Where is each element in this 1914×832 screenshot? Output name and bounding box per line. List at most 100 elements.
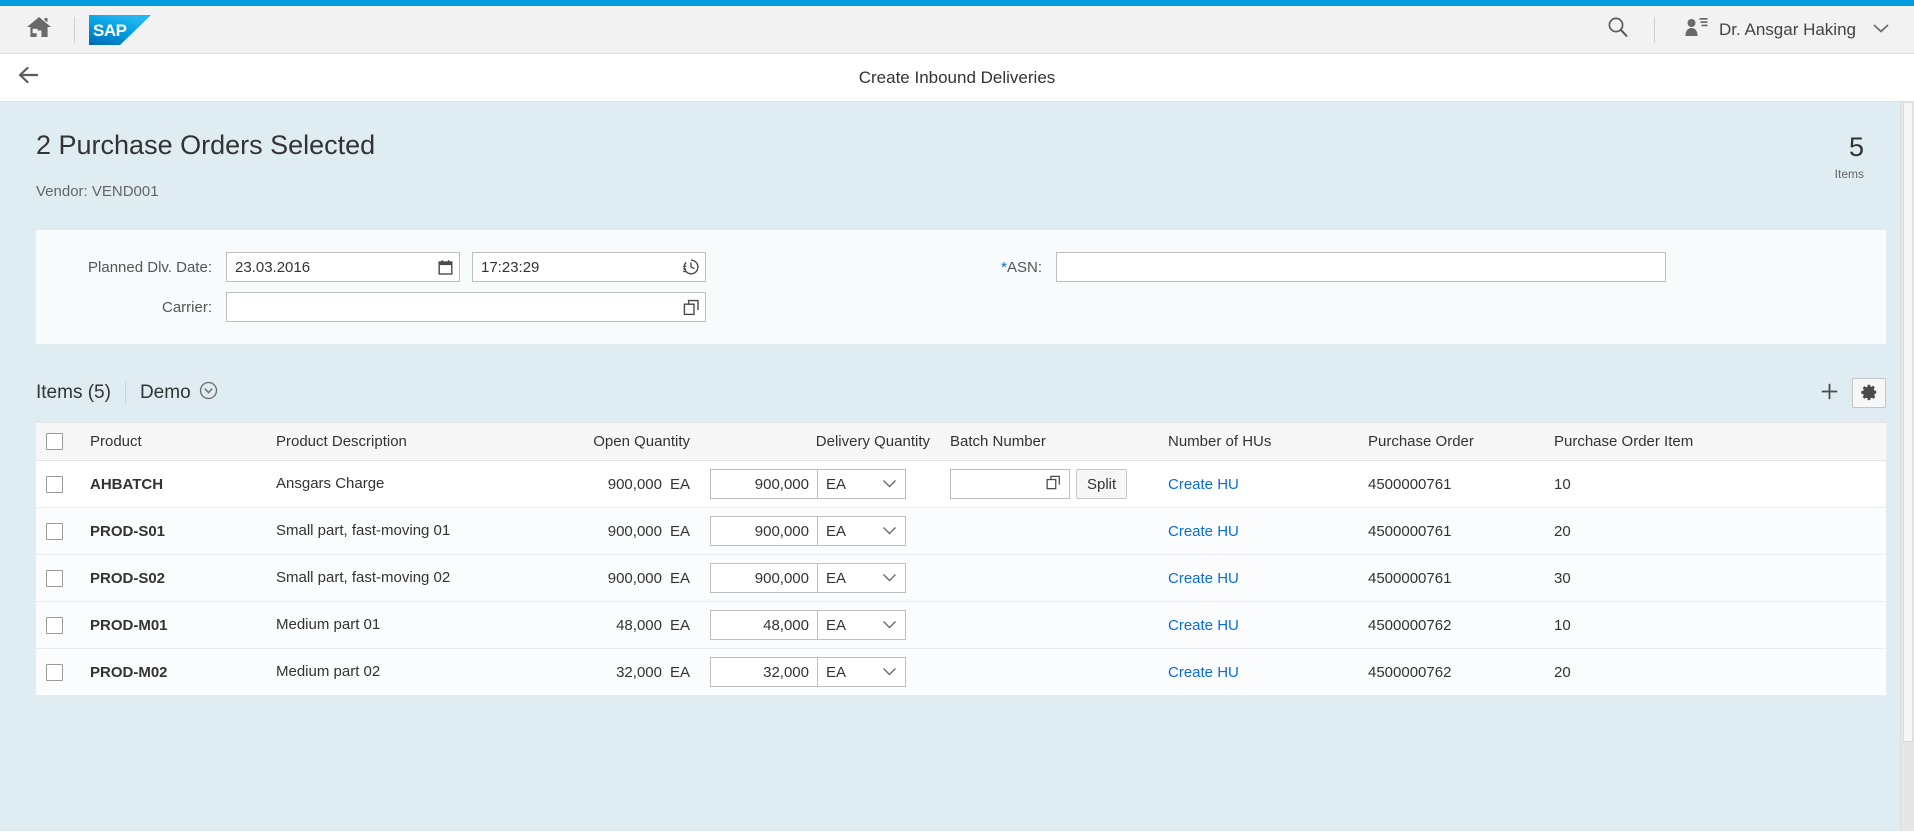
delivery-quantity-input[interactable]	[711, 611, 817, 640]
cell-open-quantity: 32,000 EA	[510, 648, 700, 697]
delivery-quantity-field[interactable]	[710, 657, 818, 688]
delivery-quantity-input[interactable]	[711, 564, 817, 593]
open-quantity-value: 900,000	[607, 475, 662, 493]
object-header-title: 2 Purchase Orders Selected	[36, 130, 376, 160]
open-quantity-uom: EA	[669, 522, 690, 540]
delivery-quantity-uom-select[interactable]: EA	[818, 516, 906, 547]
delivery-quantity-uom-value: EA	[826, 569, 847, 587]
row-checkbox[interactable]	[46, 522, 63, 540]
open-quantity-value: 48,000	[616, 616, 662, 634]
shell-header-left: SAP	[18, 11, 151, 49]
delivery-quantity-field[interactable]	[710, 516, 818, 547]
column-header-product-description[interactable]: Product Description	[266, 423, 510, 462]
cell-product-description: Small part, fast-moving 01	[266, 507, 510, 556]
delivery-quantity-uom-select[interactable]: EA	[818, 610, 906, 641]
split-button[interactable]: Split	[1076, 469, 1128, 500]
delivery-quantity-uom-select[interactable]: EA	[818, 563, 906, 594]
sap-logo[interactable]: SAP	[89, 14, 151, 45]
cell-delivery-quantity: EA	[700, 648, 940, 697]
planned-delivery-time-input[interactable]	[473, 253, 677, 282]
column-header-product[interactable]: Product	[80, 423, 266, 462]
batch-number-input[interactable]	[951, 470, 1045, 499]
table-settings-button[interactable]	[1852, 378, 1886, 409]
column-header-number-of-hus[interactable]: Number of HUs	[1158, 423, 1358, 462]
calendar-icon[interactable]	[431, 253, 459, 281]
home-icon	[26, 15, 52, 44]
delivery-quantity-input[interactable]	[711, 470, 817, 499]
planned-delivery-date-field[interactable]	[226, 252, 460, 283]
cell-delivery-quantity: EA	[700, 554, 940, 603]
cell-batch-number	[940, 648, 1158, 697]
items-count-label: Items	[1834, 167, 1864, 181]
carrier-input[interactable]	[227, 293, 677, 322]
create-hu-link[interactable]: Create HU	[1168, 523, 1239, 540]
delivery-quantity-field[interactable]	[710, 469, 818, 500]
chevron-down-icon	[1872, 21, 1890, 39]
page-scrollbar[interactable]	[1900, 102, 1914, 831]
table-row[interactable]: PROD-S01 Small part, fast-moving 01 900,00…	[36, 507, 1886, 556]
back-button[interactable]	[6, 55, 52, 101]
delivery-quantity-input[interactable]	[711, 658, 817, 687]
table-row[interactable]: AHBATCHAnsgars Charge 900,000 EA EA Split Cre…	[36, 460, 1886, 509]
row-select-cell	[36, 601, 80, 650]
object-header-left: 2 Purchase Orders Selected Vendor: VEND0…	[36, 130, 1835, 200]
value-help-icon[interactable]	[677, 293, 705, 321]
cell-purchase-order: 4500000761	[1358, 460, 1544, 509]
column-header-open-quantity[interactable]: Open Quantity	[510, 423, 700, 462]
row-checkbox[interactable]	[46, 569, 63, 587]
table-row[interactable]: PROD-S02 Small part, fast-moving 02 900,00…	[36, 554, 1886, 603]
create-hu-link[interactable]: Create HU	[1168, 476, 1239, 493]
carrier-field[interactable]	[226, 292, 706, 323]
gear-icon	[1860, 383, 1878, 404]
column-header-batch-number[interactable]: Batch Number	[940, 423, 1158, 462]
object-header-kpi: 5 Items	[1834, 130, 1864, 182]
column-header-purchase-order-item[interactable]: Purchase Order Item	[1544, 423, 1886, 462]
chevron-down-icon	[882, 570, 897, 587]
plus-icon	[1820, 382, 1839, 404]
home-button[interactable]	[18, 11, 60, 49]
user-menu-button[interactable]: Dr. Ansgar Haking	[1669, 10, 1896, 49]
row-checkbox[interactable]	[46, 475, 63, 493]
row-checkbox[interactable]	[46, 663, 63, 681]
add-item-button[interactable]	[1812, 378, 1846, 408]
delivery-quantity-uom-value: EA	[826, 522, 847, 540]
cell-purchase-order: 4500000761	[1358, 507, 1544, 556]
variant-selector[interactable]: Demo	[140, 381, 218, 405]
form-column-left: Planned Dlv. Date: 23.03.2016 17:23:29 C…	[36, 252, 806, 323]
asn-input[interactable]	[1057, 253, 1665, 282]
cell-number-of-hus: Create HU	[1158, 507, 1358, 556]
page-scrollbar-thumb[interactable]	[1903, 102, 1913, 742]
planned-delivery-time-field[interactable]	[472, 252, 706, 283]
column-header-delivery-quantity[interactable]: Delivery Quantity	[700, 423, 940, 462]
delivery-quantity-input[interactable]	[711, 517, 817, 546]
cell-number-of-hus: Create HU	[1158, 460, 1358, 509]
clock-icon[interactable]	[677, 253, 705, 281]
delivery-quantity-uom-select[interactable]: EA	[818, 469, 906, 500]
cell-delivery-quantity: EA	[700, 601, 940, 650]
create-hu-link[interactable]: Create HU	[1168, 617, 1239, 634]
cell-purchase-order-item: 10	[1544, 460, 1886, 509]
search-button[interactable]	[1596, 10, 1640, 50]
cell-product-description: Medium part 01	[266, 601, 510, 650]
select-all-checkbox[interactable]	[46, 433, 63, 451]
table-row[interactable]: PROD-M02Medium part 02 32,000 EA EA Create H…	[36, 648, 1886, 697]
delivery-quantity-field[interactable]	[710, 610, 818, 641]
create-hu-link[interactable]: Create HU	[1168, 664, 1239, 681]
value-help-icon[interactable]	[1045, 474, 1069, 495]
asn-field[interactable]	[1056, 252, 1666, 283]
delivery-quantity-uom-select[interactable]: EA	[818, 657, 906, 688]
row-select-cell	[36, 507, 80, 556]
carrier-row: Carrier:	[36, 292, 806, 323]
table-row[interactable]: PROD-M01Medium part 01 48,000 EA EA Create H…	[36, 601, 1886, 650]
items-table-toolbar: Items (5) Demo	[36, 372, 1886, 414]
table-header-row: Product Product Description Open Quantit…	[36, 423, 1886, 462]
batch-number-field[interactable]	[950, 469, 1070, 500]
delivery-quantity-field[interactable]	[710, 563, 818, 594]
planned-delivery-date-input[interactable]	[227, 253, 431, 282]
create-hu-link[interactable]: Create HU	[1168, 570, 1239, 587]
column-header-purchase-order[interactable]: Purchase Order	[1358, 423, 1544, 462]
cell-purchase-order: 4500000762	[1358, 648, 1544, 697]
cell-number-of-hus: Create HU	[1158, 601, 1358, 650]
chevron-down-icon	[882, 523, 897, 540]
row-checkbox[interactable]	[46, 616, 63, 634]
